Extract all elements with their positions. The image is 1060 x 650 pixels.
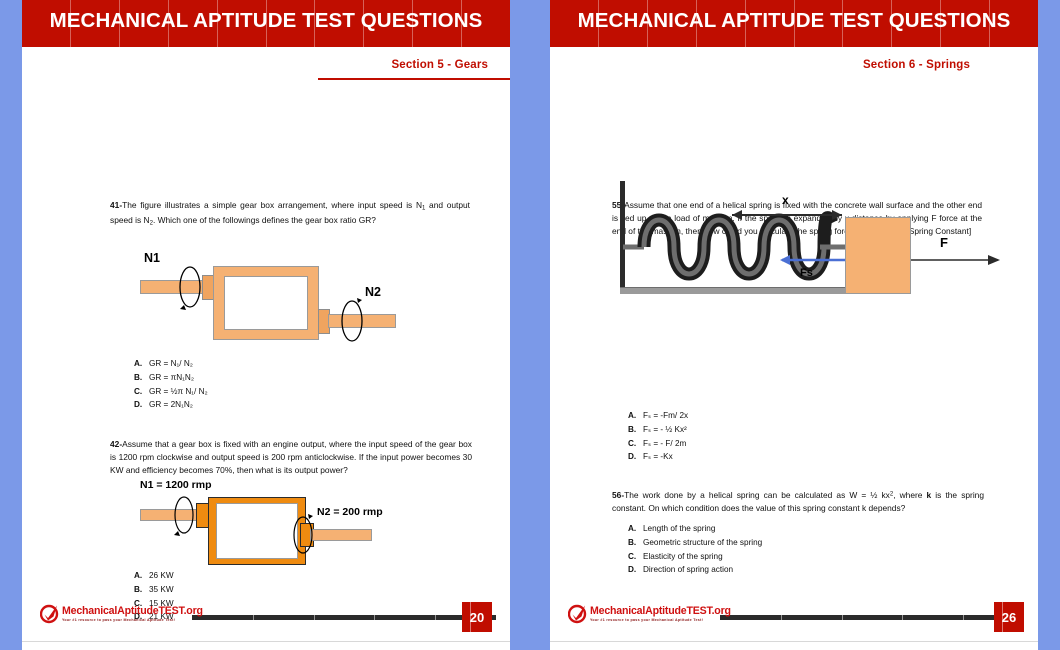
checkmark-shield-icon [40, 604, 60, 624]
option-label: D. [628, 565, 637, 575]
option-label: C. [628, 551, 637, 561]
option-row: D. Fₛ = -Kx [628, 450, 688, 464]
option-row: A. GR = N₁/ N₂ [134, 357, 208, 371]
option-text: Fₛ = -Fm/ 2x [643, 411, 689, 420]
question-55-options: A. Fₛ = -Fm/ 2x B. Fₛ = - ½ Kx² C. Fₛ = - F… [628, 409, 688, 464]
logo-text-primary: MechanicalAptitude [590, 605, 687, 617]
option-label: D. [134, 400, 143, 410]
page-right: MECHANICAL APTITUDE TEST QUESTIONS Secti… [550, 0, 1038, 650]
logo-text-secondary: TEST.org [158, 605, 203, 617]
page-number-left: 20 [462, 602, 492, 632]
option-text: 26 KW [149, 571, 174, 580]
rotation-arrows-q42 [174, 496, 313, 554]
document-viewport: MECHANICAL APTITUDE TEST QUESTIONS Secti… [0, 0, 1060, 650]
page-banner-right: MECHANICAL APTITUDE TEST QUESTIONS [550, 0, 1038, 47]
option-text: Length of the spring [643, 524, 716, 533]
question-41-text: 41-The figure illustrates a simple gear … [110, 200, 471, 227]
option-label: A. [628, 411, 637, 420]
section-heading-left: Section 5 - Gears [22, 59, 510, 93]
option-label: B. [134, 372, 143, 382]
banner-title-right: MECHANICAL APTITUDE TEST QUESTIONS [577, 9, 1011, 32]
footer-rule-right [720, 615, 1024, 620]
section-label-springs: Section 6 - Springs [862, 59, 970, 71]
option-row: B. Geometric structure of the spring [628, 536, 762, 550]
label-spring-force: Fs [800, 267, 813, 279]
helical-spring-icon [623, 210, 1000, 281]
option-row: C. GR = ½π N₁/ N₂ [134, 385, 208, 399]
checkmark-shield-icon [568, 604, 588, 624]
option-label: A. [134, 571, 143, 580]
logo-wordmark: MechanicalAptitudeTEST.org [62, 605, 203, 617]
banner-title-left: MECHANICAL APTITUDE TEST QUESTIONS [49, 9, 483, 32]
option-row: B. Fₛ = - ½ Kx² [628, 423, 688, 437]
option-label: C. [628, 438, 637, 448]
footer-rule-left [192, 615, 496, 620]
option-row: C. Elasticity of the spring [628, 550, 762, 564]
option-label: A. [628, 524, 637, 533]
question-56-text: 56-The work done by a helical spring can… [612, 490, 984, 513]
page-bottom-hairline-left [22, 641, 510, 642]
figure-gearbox-q41: N1 N2 [140, 251, 410, 351]
option-text: Geometric structure of the spring [643, 537, 763, 547]
page-number-divider [470, 602, 471, 632]
option-text: GR = 2N₁N₂ [149, 400, 193, 410]
label-applied-force: F [940, 235, 948, 250]
page-number-right: 26 [994, 602, 1024, 632]
section-heading-right: Section 6 - Springs [550, 59, 1038, 93]
option-text: GR = ½π N₁/ N₂ [149, 386, 208, 396]
option-label: D. [628, 452, 637, 462]
logo-wordmark: MechanicalAptitudeTEST.org [590, 605, 731, 617]
figure-gearbox-q42: N1 = 1200 rmp N2 = 200 rmp [140, 479, 420, 569]
page-number-value: 26 [1001, 609, 1017, 625]
question-56-options: A. Length of the spring B. Geometric struc… [628, 522, 762, 577]
option-text: Direction of spring action [643, 565, 734, 575]
option-row: C. Fₛ = - F/ 2m [628, 437, 688, 451]
site-logo-left[interactable]: MechanicalAptitudeTEST.org Your #1 resou… [40, 604, 203, 630]
option-text: GR = N₁/ N₂ [149, 359, 193, 368]
option-row: A. Length of the spring [628, 522, 762, 536]
logo-text-secondary: TEST.org [686, 605, 731, 617]
page-bottom-hairline-right [550, 641, 1038, 642]
option-text: GR = πN₁N₂ [149, 372, 195, 382]
footer-right: MechanicalAptitudeTEST.org Your #1 resou… [550, 600, 1038, 634]
logo-tagline: Your #1 resource to pass your Mechanical… [590, 618, 704, 622]
page-left: MECHANICAL APTITUDE TEST QUESTIONS Secti… [22, 0, 510, 650]
option-label: B. [628, 537, 637, 547]
section-label-gears: Section 5 - Gears [391, 59, 488, 71]
option-label: A. [134, 359, 143, 368]
page-number-divider [1002, 602, 1003, 632]
question-41-options: A. GR = N₁/ N₂ B. GR = πN₁N₂ C. GR = ½π N₁/… [134, 357, 208, 412]
footer-left: MechanicalAptitudeTEST.org Your #1 resou… [22, 600, 510, 634]
option-row: D. Direction of spring action [628, 563, 762, 577]
option-text: Fₛ = - F/ 2m [643, 438, 687, 448]
page-banner-left: MECHANICAL APTITUDE TEST QUESTIONS [22, 0, 510, 47]
option-row: B. GR = πN₁N₂ [134, 371, 208, 385]
mass-block [845, 217, 911, 294]
logo-text-primary: MechanicalAptitude [62, 605, 159, 617]
section-rule-left [318, 78, 510, 80]
option-text: Fₛ = -Kx [643, 452, 673, 462]
option-label: B. [628, 424, 637, 434]
option-label: C. [134, 386, 143, 396]
question-42-text: 42-Assume that a gear box is fixed with … [110, 439, 472, 475]
option-row: D. GR = 2N₁N₂ [134, 398, 208, 412]
option-row: B. 35 KW [134, 583, 174, 597]
option-row: A. 26 KW [134, 569, 174, 583]
figure-spring-mass-q55: x F Fs [610, 175, 1010, 305]
logo-tagline: Your #1 resource to pass your Mechanical… [62, 618, 176, 622]
page-number-value: 20 [469, 609, 485, 625]
option-text: Elasticity of the spring [643, 551, 723, 561]
option-label: B. [134, 584, 143, 594]
label-x-distance: x [782, 193, 789, 207]
rotation-arrows-q41 [179, 266, 363, 342]
option-text: 35 KW [149, 584, 174, 594]
option-row: A. Fₛ = -Fm/ 2x [628, 409, 688, 423]
site-logo-right[interactable]: MechanicalAptitudeTEST.org Your #1 resou… [568, 604, 731, 630]
option-text: Fₛ = - ½ Kx² [643, 424, 687, 434]
